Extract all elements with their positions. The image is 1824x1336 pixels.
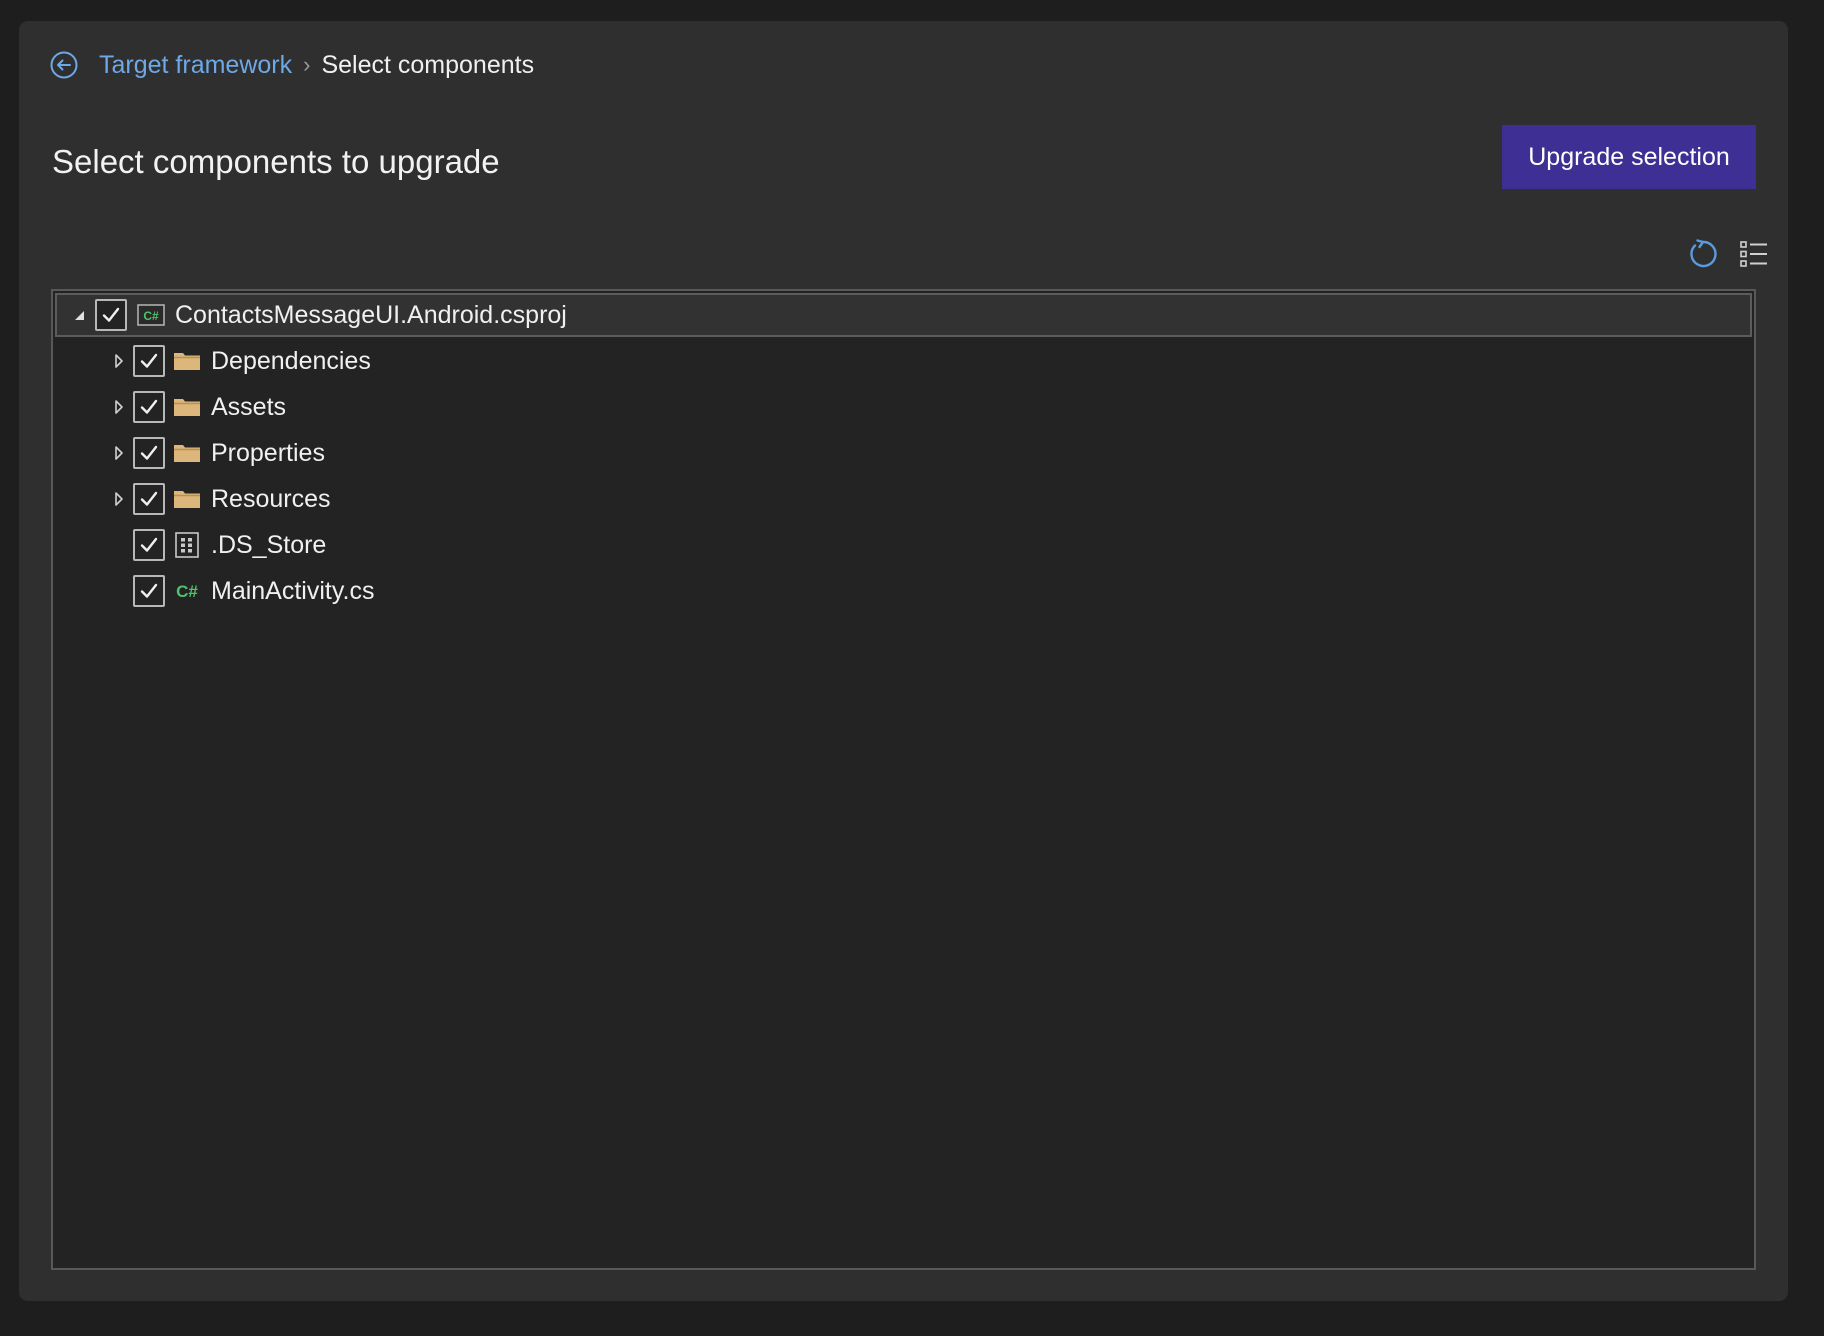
checkmark-icon — [102, 307, 120, 322]
checkmark-icon — [140, 399, 158, 414]
checkmark-icon — [140, 445, 158, 460]
csharp-file-icon: C# — [171, 575, 203, 607]
tree-item-label: .DS_Store — [211, 530, 327, 559]
tree-item-label: MainActivity.cs — [211, 576, 375, 605]
arrow-circle-left-icon — [50, 51, 78, 79]
assets-checkbox[interactable] — [133, 391, 165, 423]
tree-row-dependencies[interactable]: Dependencies — [55, 339, 1752, 383]
svg-text:C#: C# — [176, 582, 198, 601]
view-options-button[interactable] — [1734, 234, 1774, 274]
triangle-expanded-icon — [75, 311, 84, 320]
tree-row-assets[interactable]: Assets — [55, 385, 1752, 429]
folder-icon — [171, 437, 203, 469]
folder-icon — [171, 345, 203, 377]
checkmark-icon — [140, 491, 158, 506]
collapse-toggle[interactable] — [69, 293, 89, 337]
chevron-right-outline-icon — [115, 400, 123, 414]
list-options-icon — [1740, 241, 1767, 267]
breadcrumb: Target framework › Select components — [49, 45, 534, 85]
upgrade-panel: Target framework › Select components Sel… — [19, 21, 1788, 1301]
back-button[interactable] — [49, 50, 79, 80]
chevron-right-outline-icon — [115, 354, 123, 368]
expand-toggle[interactable] — [109, 477, 129, 521]
folder-icon — [171, 483, 203, 515]
tree-row-project[interactable]: C# ContactsMessageUI.Android.csproj — [55, 293, 1752, 337]
tree-row-mainactivity[interactable]: C# MainActivity.cs — [55, 569, 1752, 613]
page-title: Select components to upgrade — [52, 143, 500, 180]
refresh-icon — [1690, 239, 1717, 268]
expand-toggle[interactable] — [109, 431, 129, 475]
properties-checkbox[interactable] — [133, 437, 165, 469]
expand-toggle[interactable] — [109, 385, 129, 429]
folder-icon — [171, 391, 203, 423]
checkmark-icon — [140, 583, 158, 598]
upgrade-selection-button[interactable]: Upgrade selection — [1502, 125, 1756, 189]
tree-item-label: Resources — [211, 484, 331, 513]
tree-item-label: ContactsMessageUI.Android.csproj — [175, 300, 567, 329]
mainactivity-checkbox[interactable] — [133, 575, 165, 607]
breadcrumb-current: Select components — [321, 50, 535, 79]
checkmark-icon — [140, 353, 158, 368]
tree-item-label: Assets — [211, 392, 287, 421]
refresh-button[interactable] — [1683, 234, 1723, 274]
tree-row-ds-store[interactable]: .DS_Store — [55, 523, 1752, 567]
component-tree[interactable]: C# ContactsMessageUI.Android.csproj Depe… — [51, 289, 1756, 1270]
tree-row-properties[interactable]: Properties — [55, 431, 1752, 475]
dependencies-checkbox[interactable] — [133, 345, 165, 377]
generic-file-icon — [171, 529, 203, 561]
tree-item-label: Properties — [211, 438, 325, 467]
expand-toggle[interactable] — [109, 339, 129, 383]
tree-item-label: Dependencies — [211, 346, 371, 375]
resources-checkbox[interactable] — [133, 483, 165, 515]
project-checkbox[interactable] — [95, 299, 127, 331]
chevron-right-outline-icon — [115, 446, 123, 460]
chevron-right-outline-icon — [115, 492, 123, 506]
breadcrumb-separator: › — [303, 52, 311, 77]
checkmark-icon — [140, 537, 158, 552]
breadcrumb-target-framework-link[interactable]: Target framework — [99, 51, 292, 80]
ds-store-checkbox[interactable] — [133, 529, 165, 561]
svg-text:C#: C# — [143, 309, 159, 323]
csharp-project-icon: C# — [135, 299, 167, 331]
tree-row-resources[interactable]: Resources — [55, 477, 1752, 521]
